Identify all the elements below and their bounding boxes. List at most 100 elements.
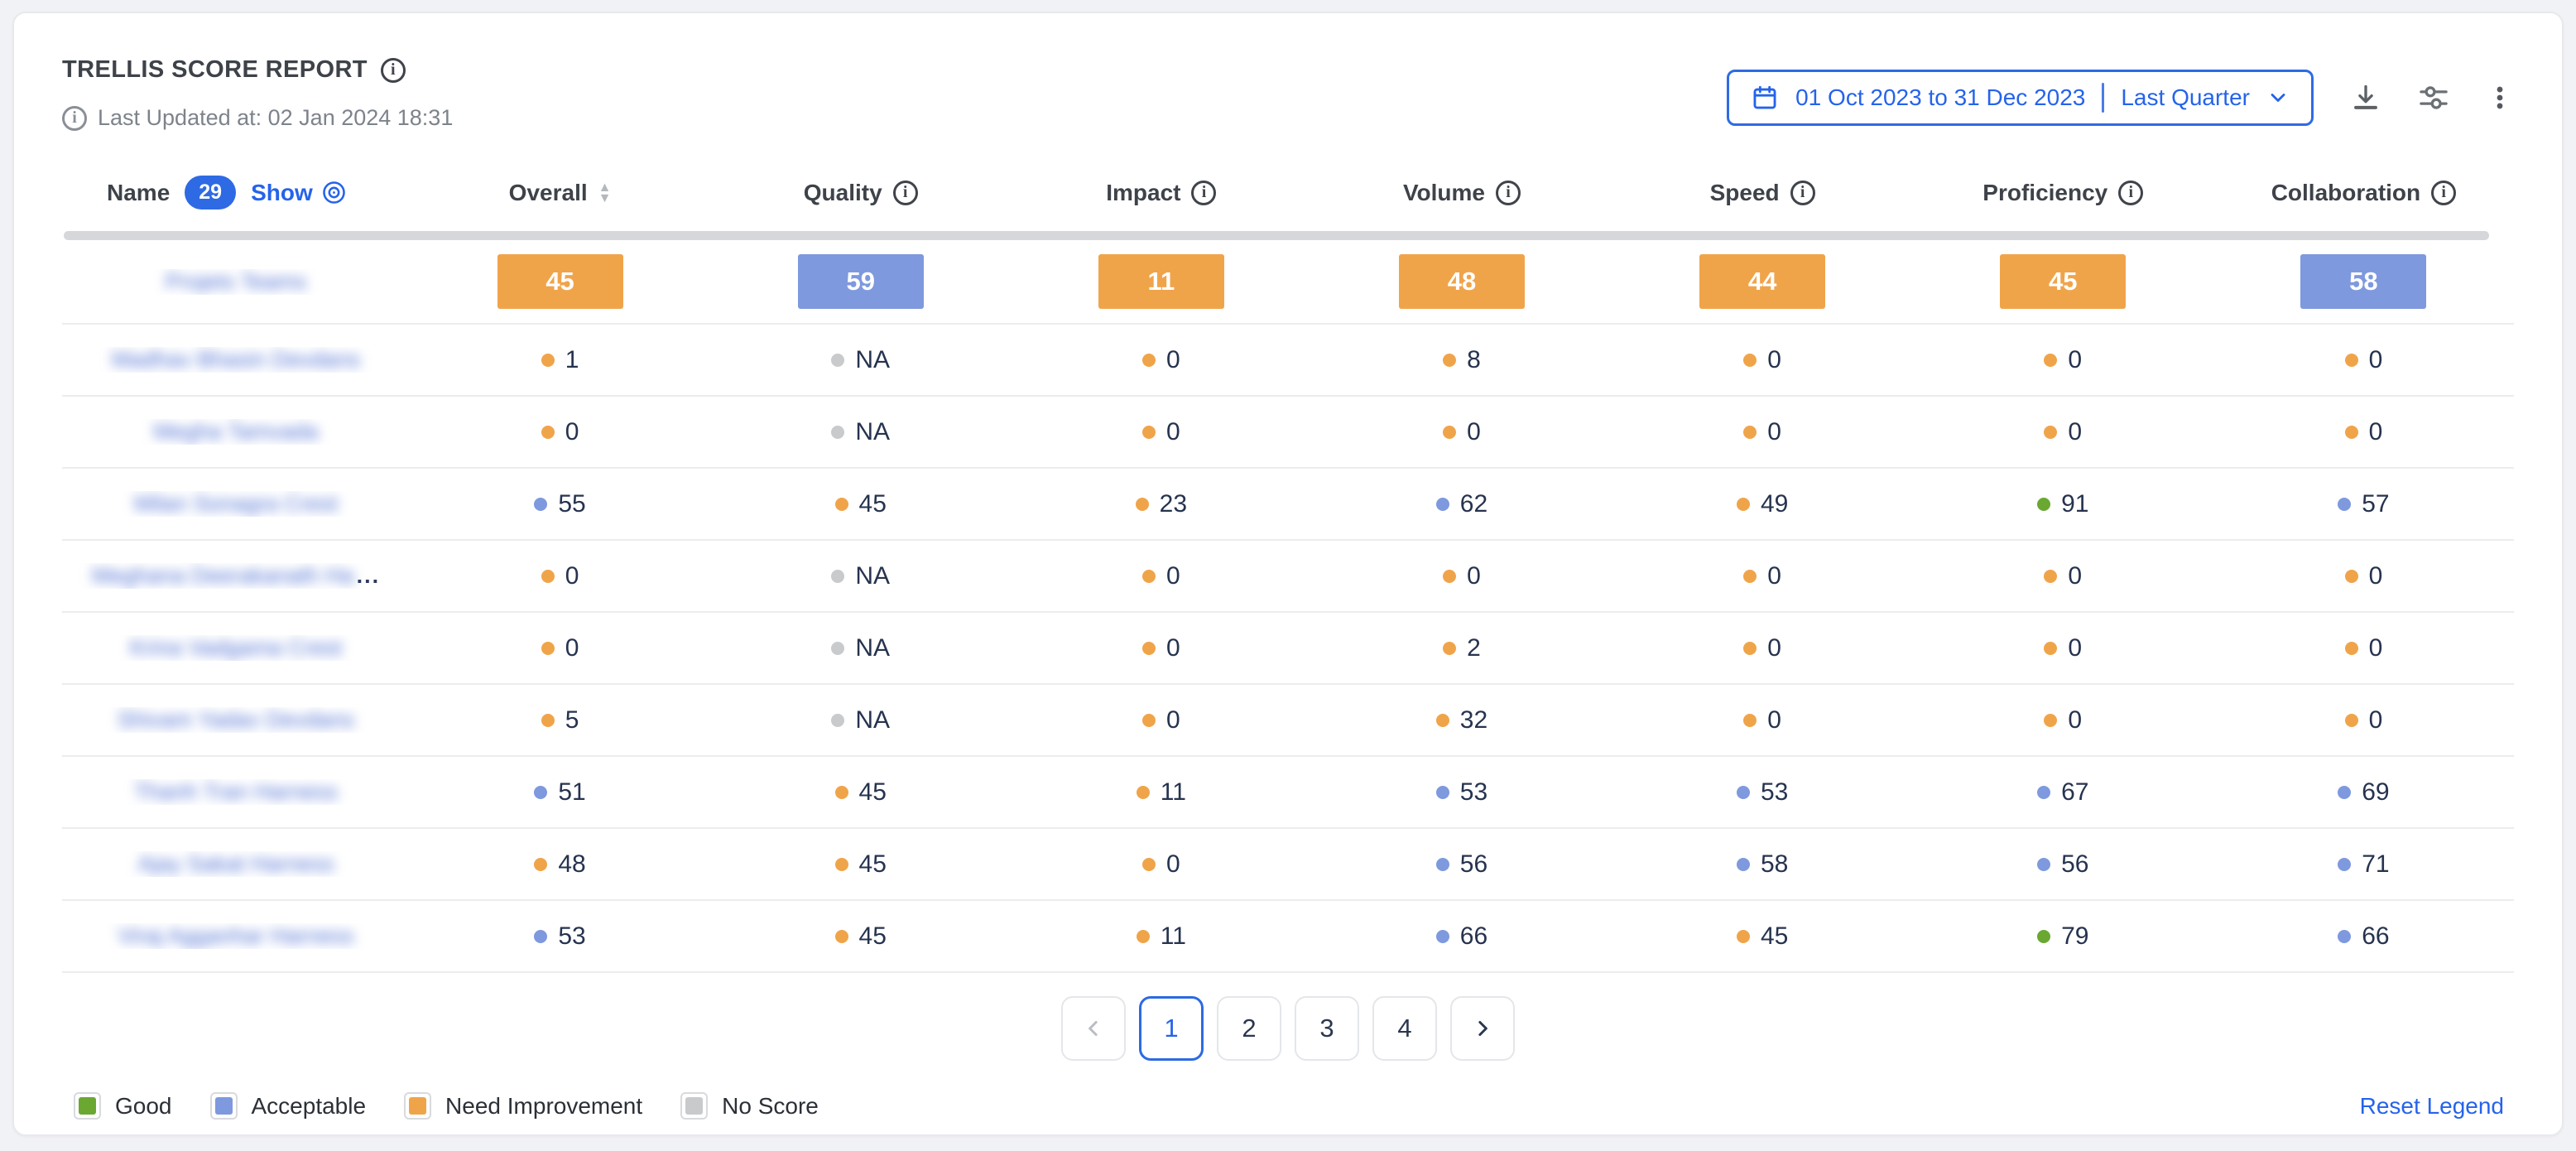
score-cell: 11	[1011, 778, 1311, 807]
summary-score-cell: 58	[2213, 254, 2514, 309]
row-name-link[interactable]: Thanh Tran Harness	[62, 779, 410, 805]
pagination-page-4[interactable]: 4	[1372, 996, 1437, 1061]
score-value: 0	[1467, 418, 1481, 446]
row-name-link[interactable]: Ajay Sakat Harness	[62, 851, 410, 877]
score-cell: 49	[1612, 490, 1913, 518]
score-level-dot	[541, 570, 555, 583]
score-value: 67	[2061, 778, 2088, 807]
legend-swatch	[74, 1092, 101, 1120]
column-info-icon[interactable]: i	[893, 181, 918, 205]
table-row: Ajay Sakat Harness4845056585671	[62, 829, 2514, 901]
column-info-icon[interactable]: i	[1496, 181, 1521, 205]
score-badge: 45	[2000, 254, 2126, 309]
score-cell: 58	[1612, 850, 1913, 879]
score-level-dot	[1142, 426, 1156, 439]
legend-item-need_improvement[interactable]: Need Improvement	[404, 1092, 642, 1120]
report-info-icon[interactable]: i	[381, 58, 406, 83]
score-badge: 45	[497, 254, 623, 309]
row-name-link[interactable]: Viraj Agganhar Harness	[62, 923, 410, 949]
column-info-icon[interactable]: i	[2118, 181, 2143, 205]
title-block: TRELLIS SCORE REPORT i i Last Updated at…	[62, 56, 453, 131]
score-level-dot	[1136, 498, 1149, 511]
row-name-link[interactable]: Meghana Deerakanath Ha...	[62, 563, 410, 589]
row-name-link[interactable]: Krina Vadgama Crest	[62, 635, 410, 661]
score-value: 66	[1460, 922, 1487, 951]
legend-item-acceptable[interactable]: Acceptable	[210, 1092, 367, 1120]
score-cell: 45	[710, 778, 1011, 807]
name-count-badge: 29	[185, 176, 236, 209]
score-value: 0	[1467, 562, 1481, 590]
column-info-icon[interactable]: i	[1191, 181, 1216, 205]
score-level-dot	[1142, 714, 1156, 727]
more-options-kebab-icon[interactable]	[2486, 84, 2514, 112]
score-badge: 48	[1399, 254, 1525, 309]
score-value: 2	[1467, 634, 1481, 662]
score-level-dot	[534, 930, 547, 943]
reset-legend-link[interactable]: Reset Legend	[2360, 1093, 2504, 1120]
score-level-dot	[1436, 498, 1449, 511]
score-level-dot	[1743, 354, 1757, 367]
score-badge: 59	[798, 254, 924, 309]
column-header-overall: Overall▲▼	[410, 180, 710, 206]
row-name-link[interactable]: Milan Sonagra Crest	[62, 491, 410, 517]
row-name-link[interactable]: Projets Teams	[62, 269, 410, 295]
date-range-button[interactable]: 01 Oct 2023 to 31 Dec 2023 Last Quarter	[1727, 70, 2314, 126]
score-cell: 45	[710, 850, 1011, 879]
table-row: Meghana Deerakanath Ha...0NA00000	[62, 541, 2514, 613]
score-value: NA	[855, 706, 890, 734]
score-value: 23	[1160, 490, 1187, 518]
download-icon[interactable]	[2350, 82, 2381, 113]
pagination-page-3[interactable]: 3	[1295, 996, 1359, 1061]
row-name-link[interactable]: Megha Tamvada	[62, 419, 410, 445]
score-level-dot	[1142, 570, 1156, 583]
score-value: 0	[1166, 706, 1180, 734]
score-value: 48	[558, 850, 585, 879]
filter-settings-icon[interactable]	[2418, 82, 2449, 113]
score-value: 0	[2369, 634, 2383, 662]
summary-score-cell: 45	[1913, 254, 2213, 309]
score-level-dot	[2338, 858, 2351, 871]
score-level-dot	[2037, 858, 2050, 871]
score-cell: NA	[710, 418, 1011, 446]
pagination-page-2[interactable]: 2	[1217, 996, 1281, 1061]
score-cell: NA	[710, 706, 1011, 734]
score-level-dot	[835, 498, 848, 511]
score-value: 0	[2068, 634, 2082, 662]
column-info-icon[interactable]: i	[1790, 181, 1815, 205]
score-level-dot	[1436, 930, 1449, 943]
legend-label: No Score	[722, 1093, 819, 1120]
pagination-prev-button[interactable]	[1061, 996, 1126, 1061]
column-header-impact: Impacti	[1011, 180, 1311, 206]
score-cell: 0	[1011, 418, 1311, 446]
show-names-toggle[interactable]: Show	[251, 180, 347, 206]
score-cell: 56	[1311, 850, 1612, 879]
pagination-page-1[interactable]: 1	[1139, 996, 1204, 1061]
column-label: Collaboration	[2271, 180, 2420, 206]
score-value: 45	[859, 922, 887, 951]
card-footer: Good Acceptable Need Improvement No Score R…	[62, 1092, 2514, 1120]
last-updated-info-icon[interactable]: i	[62, 106, 87, 131]
row-name-text: Shivam Yadav Devdans	[118, 707, 354, 733]
trellis-score-report-card: TRELLIS SCORE REPORT i i Last Updated at…	[12, 12, 2564, 1136]
sort-icon[interactable]: ▲▼	[598, 182, 612, 204]
score-cell: 0	[1011, 562, 1311, 590]
row-name-text: Thanh Tran Harness	[134, 779, 338, 805]
column-info-icon[interactable]: i	[2431, 181, 2456, 205]
table-row: Viraj Agganhar Harness53451166457966	[62, 901, 2514, 973]
row-name-link[interactable]: Shivam Yadav Devdans	[62, 707, 410, 733]
legend-item-good[interactable]: Good	[74, 1092, 172, 1120]
horizontal-scrollbar[interactable]	[64, 231, 2489, 240]
summary-score-cell: 11	[1011, 254, 1311, 309]
score-level-dot	[1436, 786, 1449, 799]
pagination-next-button[interactable]	[1450, 996, 1515, 1061]
legend-item-no_score[interactable]: No Score	[680, 1092, 819, 1120]
row-name-link[interactable]: Madhav Bhasin Devdans	[62, 347, 410, 373]
score-cell: 53	[1311, 778, 1612, 807]
score-badge: 58	[2300, 254, 2426, 309]
summary-score-cell: 59	[710, 254, 1011, 309]
pagination: 1234	[62, 996, 2514, 1061]
score-value: 0	[2068, 706, 2082, 734]
column-header-quality: Qualityi	[710, 180, 1011, 206]
score-level-dot	[1737, 858, 1750, 871]
score-cell: 0	[410, 562, 710, 590]
